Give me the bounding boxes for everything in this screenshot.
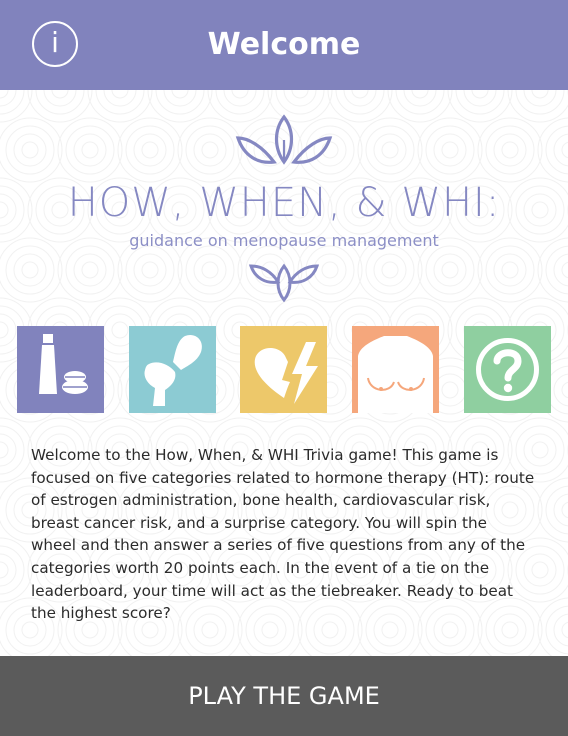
logo-subtitle: guidance on menopause management xyxy=(129,231,439,250)
play-game-button[interactable]: PLAY THE GAME xyxy=(0,656,568,736)
welcome-content: HOW, WHEN, & WHI: guidance on menopause … xyxy=(0,90,568,656)
category-tile-cardiovascular xyxy=(240,326,327,413)
leaf-ornament-top-icon xyxy=(235,114,333,165)
category-tile-breast-cancer xyxy=(352,326,439,413)
page-title: Welcome xyxy=(207,27,361,62)
leaf-ornament-bottom-icon xyxy=(248,263,320,302)
category-tile-surprise xyxy=(464,326,551,413)
question-mark-icon xyxy=(464,326,551,413)
play-game-label: PLAY THE GAME xyxy=(188,682,380,710)
header-bar: i Welcome xyxy=(0,0,568,90)
estrogen-cream-pills-icon xyxy=(17,326,104,413)
game-description: Welcome to the How, When, & WHI Trivia g… xyxy=(31,446,535,623)
bone-joint-icon xyxy=(129,326,216,413)
breast-torso-icon xyxy=(352,326,439,413)
category-tile-bone-health xyxy=(129,326,216,413)
heart-lightning-icon xyxy=(240,326,327,413)
logo-title: HOW, WHEN, & WHI: xyxy=(67,180,501,226)
category-tile-estrogen-route xyxy=(17,326,104,413)
